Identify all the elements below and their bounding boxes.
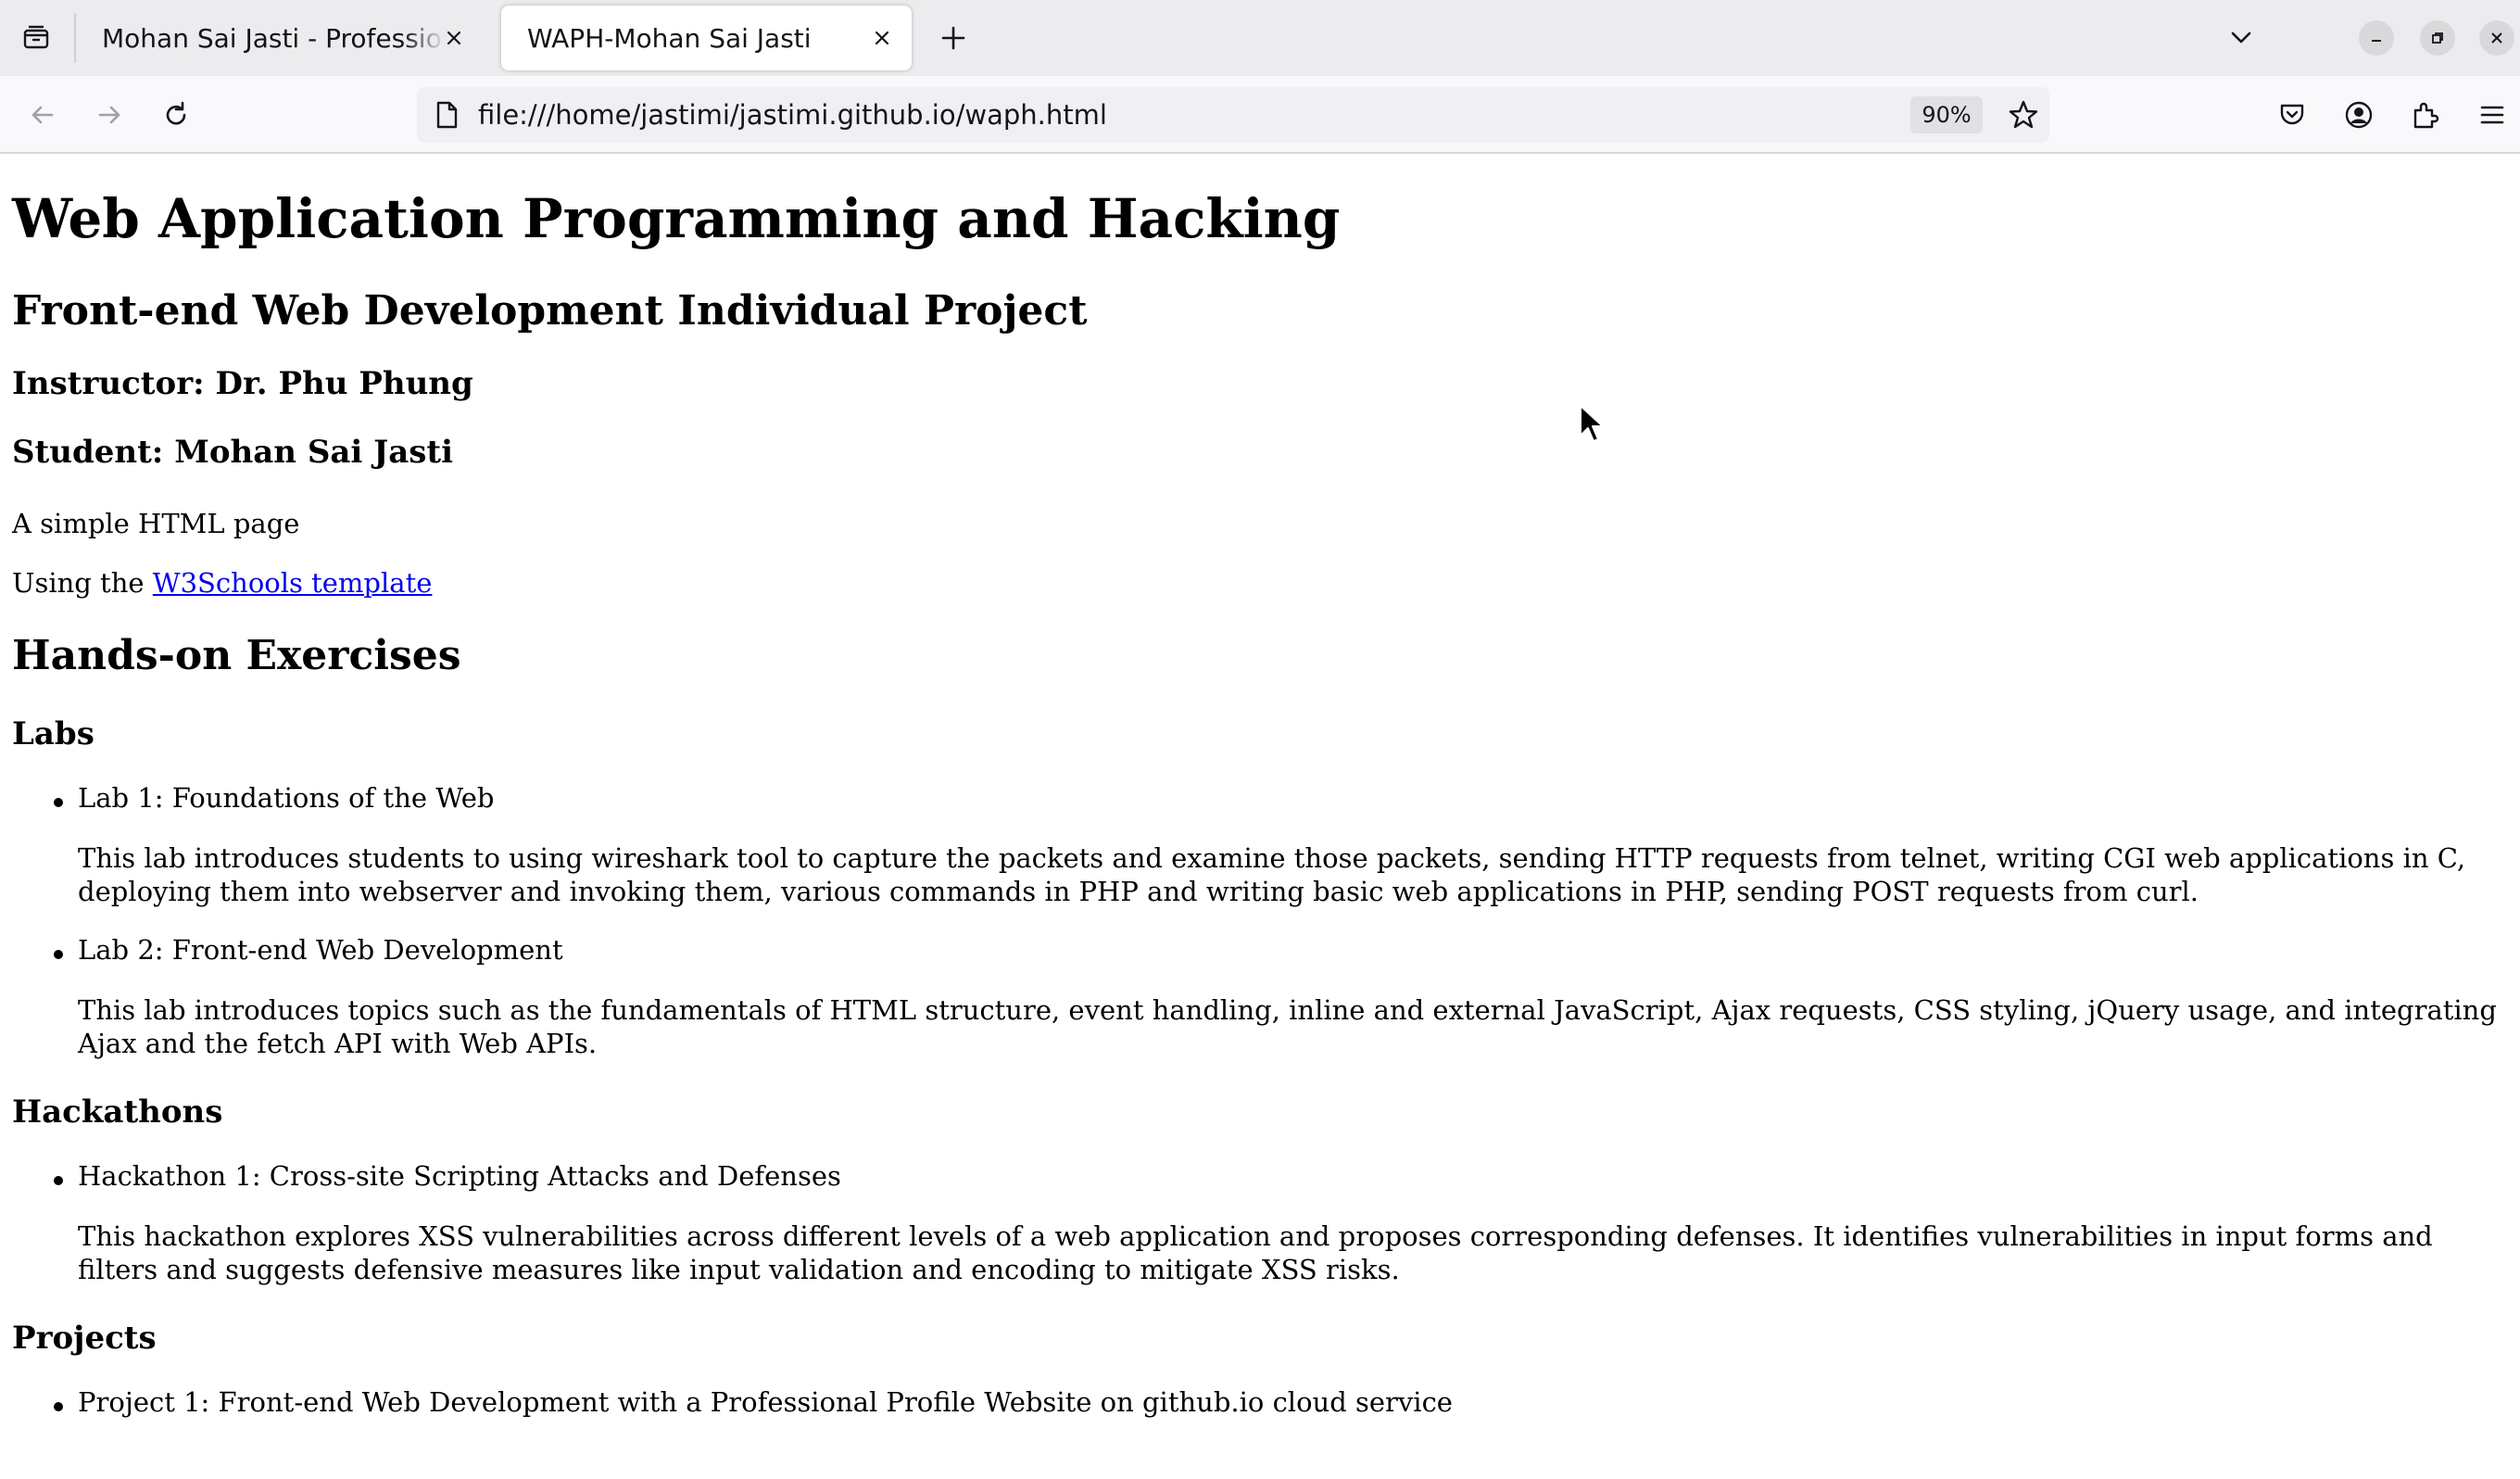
instructor-heading: Instructor: Dr. Phu Phung [12, 365, 473, 402]
page-subtitle: Front-end Web Development Individual Pro… [12, 287, 1088, 335]
navigation-toolbar: file:///home/jastimi/jastimi.github.io/w… [0, 76, 2520, 154]
account-icon[interactable] [2337, 93, 2381, 137]
star-icon[interactable] [2003, 95, 2044, 135]
student-heading: Student: Mohan Sai Jasti [12, 434, 454, 471]
hackathon-1-description: This hackathon explores XSS vulnerabilit… [78, 1220, 2433, 1285]
hamburger-menu-icon[interactable] [2470, 93, 2514, 137]
page-title: Web Application Programming and Hacking [12, 187, 1341, 250]
reload-icon[interactable] [152, 91, 200, 139]
pocket-icon[interactable] [2270, 93, 2314, 137]
minimize-icon[interactable] [2359, 20, 2394, 56]
list-bullet [54, 798, 63, 807]
mouse-cursor-icon [1580, 405, 1604, 442]
tab-professional-profile[interactable]: Mohan Sai Jasti - Professional Profile [76, 6, 484, 70]
arrow-right-icon[interactable] [85, 91, 133, 139]
page-icon [430, 98, 463, 132]
restore-icon[interactable] [2420, 20, 2455, 56]
zoom-level[interactable]: 90% [1910, 96, 1983, 133]
lab-1-description: This lab introduces students to using wi… [78, 842, 2466, 907]
close-icon[interactable] [437, 21, 471, 55]
arrow-left-icon[interactable] [19, 91, 67, 139]
labs-heading: Labs [12, 715, 94, 752]
tab-waph[interactable]: WAPH-Mohan Sai Jasti [501, 6, 912, 70]
list-bullet [54, 1402, 63, 1411]
url-bar[interactable]: file:///home/jastimi/jastimi.github.io/w… [417, 87, 2049, 143]
projects-heading: Projects [12, 1320, 157, 1357]
lab-1-title: Lab 1: Foundations of the Web [78, 782, 495, 814]
chevron-down-icon[interactable] [2218, 15, 2264, 61]
hackathons-heading: Hackathons [12, 1093, 223, 1131]
list-bullet [54, 950, 63, 959]
puzzle-icon[interactable] [2403, 93, 2448, 137]
template-prefix: Using the [12, 567, 153, 599]
tab-title: WAPH-Mohan Sai Jasti [527, 22, 812, 54]
w3schools-link[interactable]: W3Schools template [153, 567, 433, 599]
hands-on-heading: Hands-on Exercises [12, 632, 461, 679]
project-1-title: Project 1: Front-end Web Development wit… [78, 1386, 1453, 1418]
tab-bar: Mohan Sai Jasti - Professional Profile W… [0, 0, 2520, 76]
tab-list-icon[interactable] [13, 15, 59, 61]
window-close-icon[interactable] [2479, 20, 2514, 56]
template-line: Using the W3Schools template [12, 567, 432, 599]
close-icon[interactable] [865, 21, 899, 55]
intro-text: A simple HTML page [12, 508, 300, 539]
hackathon-1-title: Hackathon 1: Cross-site Scripting Attack… [78, 1160, 841, 1192]
list-bullet [54, 1176, 63, 1185]
tab-title: Mohan Sai Jasti - Professional Profile [102, 22, 445, 54]
url-text[interactable]: file:///home/jastimi/jastimi.github.io/w… [478, 87, 1107, 143]
lab-2-description: This lab introduces topics such as the f… [78, 994, 2497, 1059]
plus-icon[interactable] [930, 15, 976, 61]
lab-2-title: Lab 2: Front-end Web Development [78, 934, 563, 966]
page-content: Web Application Programming and Hacking … [0, 156, 2520, 1479]
